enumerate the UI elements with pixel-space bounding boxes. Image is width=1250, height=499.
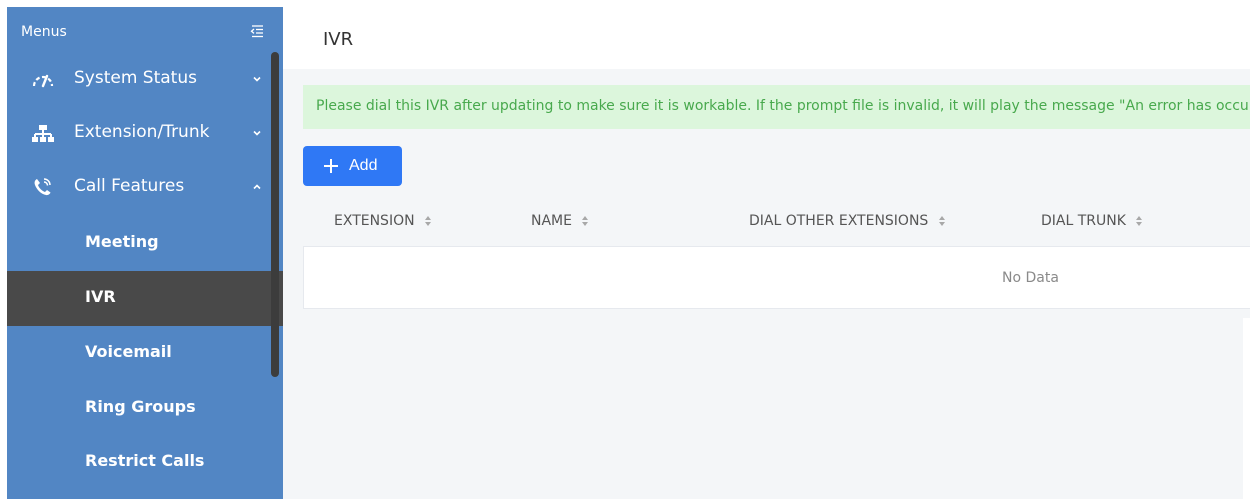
column-header-dial-trunk[interactable]: DIAL TRUNK [1041,213,1143,229]
right-edge-panel [1243,318,1250,499]
sort-icon [938,216,945,226]
notice-text: Please dial this IVR after updating to m… [316,98,1250,114]
sidebar-subitem-label: Meeting [85,232,159,251]
menu-collapse-icon[interactable] [250,24,264,38]
sort-icon [425,216,432,226]
column-header-label: DIAL OTHER EXTENSIONS [749,213,929,229]
sidebar-subitem-label: Voicemail [85,342,172,361]
column-header-extension[interactable]: EXTENSION [334,213,432,229]
chevron-down-icon [253,76,261,82]
add-button[interactable]: Add [303,146,402,186]
network-icon [32,125,54,142]
menus-label: Menus [21,24,67,40]
sidebar-subitem-voicemail[interactable]: Voicemail [7,326,271,381]
plus-icon [324,159,338,173]
sidebar-item-extension-trunk[interactable]: Extension/Trunk [7,106,271,160]
sort-icon [1136,216,1143,226]
sort-icon [582,216,589,226]
sidebar-item-label: Call Features [74,176,185,196]
sidebar-subitem-label: Restrict Calls [85,451,205,470]
column-header-label: NAME [531,213,572,229]
empty-state-text: No Data [1002,270,1059,286]
table-body: No Data [303,246,1250,309]
notice-banner: Please dial this IVR after updating to m… [303,85,1250,129]
column-header-dial-other-extensions[interactable]: DIAL OTHER EXTENSIONS [749,213,946,229]
main-content: IVR Please dial this IVR after updating … [283,7,1250,499]
sidebar-scrollbar[interactable] [271,52,279,377]
sidebar-item-system-status[interactable]: System Status [7,52,271,106]
column-header-label: EXTENSION [334,213,415,229]
column-header-name[interactable]: NAME [531,213,589,229]
sidebar-subitem-ivr[interactable]: IVR [7,271,283,326]
page-header: IVR [283,7,1250,69]
add-button-label: Add [349,157,378,174]
phone-call-icon [34,178,51,196]
sidebar-item-call-features[interactable]: Call Features [7,160,271,214]
sidebar-item-label: System Status [74,68,197,88]
sidebar-item-label: Extension/Trunk [74,122,210,142]
sidebar-subitem-restrict-calls[interactable]: Restrict Calls [7,435,271,490]
chevron-up-icon [253,184,261,190]
sidebar-subitem-meeting[interactable]: Meeting [7,216,271,271]
page-title: IVR [323,29,354,50]
chevron-down-icon [253,130,261,136]
sidebar-subitem-label: IVR [85,287,116,306]
sidebar-subitem-ring-groups[interactable]: Ring Groups [7,381,271,436]
column-header-label: DIAL TRUNK [1041,213,1126,229]
sidebar-subitem-label: Ring Groups [85,397,196,416]
sidebar: Menus System Status Extension/Trunk Call… [7,7,283,499]
speedometer-icon [32,74,54,88]
